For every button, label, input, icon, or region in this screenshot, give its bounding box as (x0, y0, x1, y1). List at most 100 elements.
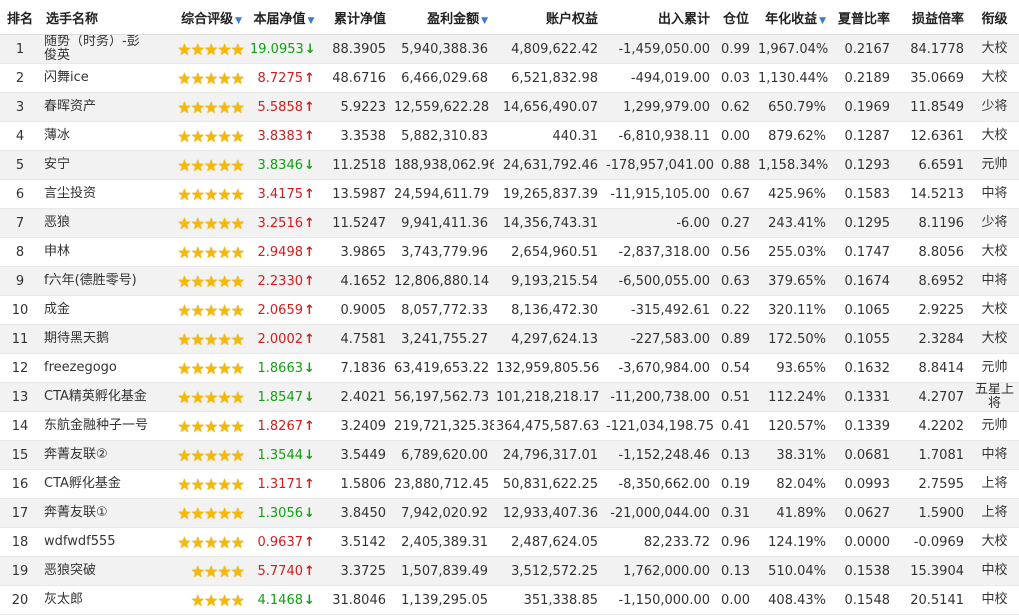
star-icon: ★ (203, 387, 218, 407)
sort-down-icon[interactable]: ▼ (308, 16, 315, 26)
player-name[interactable]: 春晖资产 (40, 92, 154, 122)
nav-value: 1.8267 (257, 418, 304, 434)
header-nav[interactable]: 本届净值 ▼ (248, 0, 320, 35)
rank-title: 少将 (970, 92, 1019, 122)
player-name[interactable]: 恶狼 (40, 208, 154, 238)
player-name[interactable]: CTA孵化基金 (40, 469, 154, 499)
rank: 18 (0, 527, 40, 557)
player-name[interactable]: 随势（时务）-彭俊英 (40, 34, 154, 64)
rank: 7 (0, 208, 40, 238)
star-icon: ★ (217, 126, 231, 146)
star-icon: ★ (203, 561, 218, 581)
star-icon: ★ (217, 416, 231, 436)
star-icon: ★ (190, 97, 205, 117)
profit-amount: 1,507,839.49 (392, 556, 494, 586)
player-name[interactable]: f六年(德胜零号) (40, 266, 154, 296)
current-nav: 1.8267↑ (248, 411, 320, 441)
player-name[interactable]: 奔菁友联② (40, 440, 154, 470)
table-row: 1 随势（时务）-彭俊英 ★★★★★ 19.0953↓ 88.3905 5,940,388… (0, 34, 1019, 64)
player-name[interactable]: 成金 (40, 295, 154, 325)
net-flow: -21,000,044.00 (604, 498, 716, 528)
star-icon: ★ (230, 242, 245, 262)
player-name[interactable]: 申林 (40, 237, 154, 267)
header-sharpe[interactable]: 夏普比率 (832, 0, 896, 35)
profit-loss-ratio: 2.7595 (896, 469, 970, 499)
rank: 10 (0, 295, 40, 325)
star-icon: ★ (203, 445, 218, 465)
net-flow: -2,837,318.00 (604, 237, 716, 267)
player-name[interactable]: 恶狼突破 (40, 556, 154, 586)
arrow-down-icon: ↓ (304, 157, 315, 173)
star-icon: ★ (190, 474, 205, 494)
account-equity: 440.31 (494, 121, 604, 151)
header-annual[interactable]: 年化收益 ▼ (756, 0, 832, 35)
player-name[interactable]: CTA精英孵化基金 (40, 382, 154, 412)
player-name[interactable]: 期待黑天鹅 (40, 324, 154, 354)
net-flow: 82,233.72 (604, 527, 716, 557)
cumulative-nav: 11.5247 (320, 208, 392, 238)
star-icon: ★ (217, 445, 231, 465)
account-equity: 4,809,622.42 (494, 34, 604, 64)
annual-return: 41.89% (756, 498, 832, 528)
header-row: 排名 选手名称 综合评级 ▼ 本届净值 ▼ 累计净值 盈利金额 ▼ 账户权益 出入累计… (0, 0, 1019, 35)
nav-value: 0.9637 (257, 534, 304, 550)
star-icon: ★ (217, 213, 231, 233)
header-position[interactable]: 仓位 (716, 0, 756, 35)
profit-amount: 24,594,611.79 (392, 179, 494, 209)
annual-return: 38.31% (756, 440, 832, 470)
net-flow: -494,019.00 (604, 63, 716, 93)
arrow-down-icon: ↓ (304, 41, 316, 57)
position-ratio: 0.96 (716, 527, 756, 557)
header-flow[interactable]: 出入累计 (604, 0, 716, 35)
account-equity: 12,933,407.36 (494, 498, 604, 528)
nav-value: 1.3544 (257, 447, 304, 463)
cumulative-nav: 31.8046 (320, 585, 392, 615)
star-icon: ★ (190, 68, 205, 88)
header-title[interactable]: 衔级 (970, 0, 1019, 35)
account-equity: 14,656,490.07 (494, 92, 604, 122)
header-plr[interactable]: 损益倍率 (896, 0, 970, 35)
position-ratio: 0.03 (716, 63, 756, 93)
sort-down-icon[interactable]: ▼ (481, 16, 488, 26)
star-icon: ★ (230, 97, 245, 117)
header-cum-nav[interactable]: 累计净值 (320, 0, 392, 35)
cumulative-nav: 3.5142 (320, 527, 392, 557)
player-name[interactable]: 薄冰 (40, 121, 154, 151)
net-flow: -3,670,984.00 (604, 353, 716, 383)
player-name[interactable]: 奔菁友联① (40, 498, 154, 528)
player-name[interactable]: 东航金融种子一号 (40, 411, 154, 441)
star-icon: ★ (203, 155, 218, 175)
arrow-up-icon: ↑ (304, 99, 315, 115)
sort-down-icon[interactable]: ▼ (819, 16, 826, 26)
star-icon: ★ (177, 126, 191, 146)
position-ratio: 0.88 (716, 150, 756, 180)
cumulative-nav: 4.1652 (320, 266, 392, 296)
nav-value: 5.5858 (257, 99, 304, 115)
rating-stars: ★★★★★ (154, 237, 248, 267)
player-name[interactable]: 安宁 (40, 150, 154, 180)
account-equity: 8,136,472.30 (494, 295, 604, 325)
header-profit[interactable]: 盈利金额 ▼ (392, 0, 494, 35)
arrow-up-icon: ↑ (304, 244, 315, 260)
player-name[interactable]: wdfwdf555 (40, 527, 154, 557)
position-ratio: 0.19 (716, 469, 756, 499)
nav-value: 2.2330 (257, 273, 304, 289)
sort-down-icon[interactable]: ▼ (235, 16, 242, 26)
account-equity: 132,959,805.56 (494, 353, 604, 383)
star-icon: ★ (177, 416, 191, 436)
player-name[interactable]: freezegogo (40, 353, 154, 383)
player-name[interactable]: 灰太郎 (40, 585, 154, 615)
star-icon: ★ (230, 271, 245, 291)
sharpe-ratio: 0.2189 (832, 63, 896, 93)
header-equity[interactable]: 账户权益 (494, 0, 604, 35)
header-rating[interactable]: 综合评级 ▼ (154, 0, 248, 35)
position-ratio: 0.41 (716, 411, 756, 441)
star-icon: ★ (217, 387, 231, 407)
player-name[interactable]: 闪舞ice (40, 63, 154, 93)
arrow-up-icon: ↑ (304, 128, 315, 144)
profit-loss-ratio: 15.3904 (896, 556, 970, 586)
star-icon: ★ (217, 561, 231, 581)
star-icon: ★ (177, 300, 191, 320)
player-name[interactable]: 言尘投资 (40, 179, 154, 209)
net-flow: -11,200,738.00 (604, 382, 716, 412)
